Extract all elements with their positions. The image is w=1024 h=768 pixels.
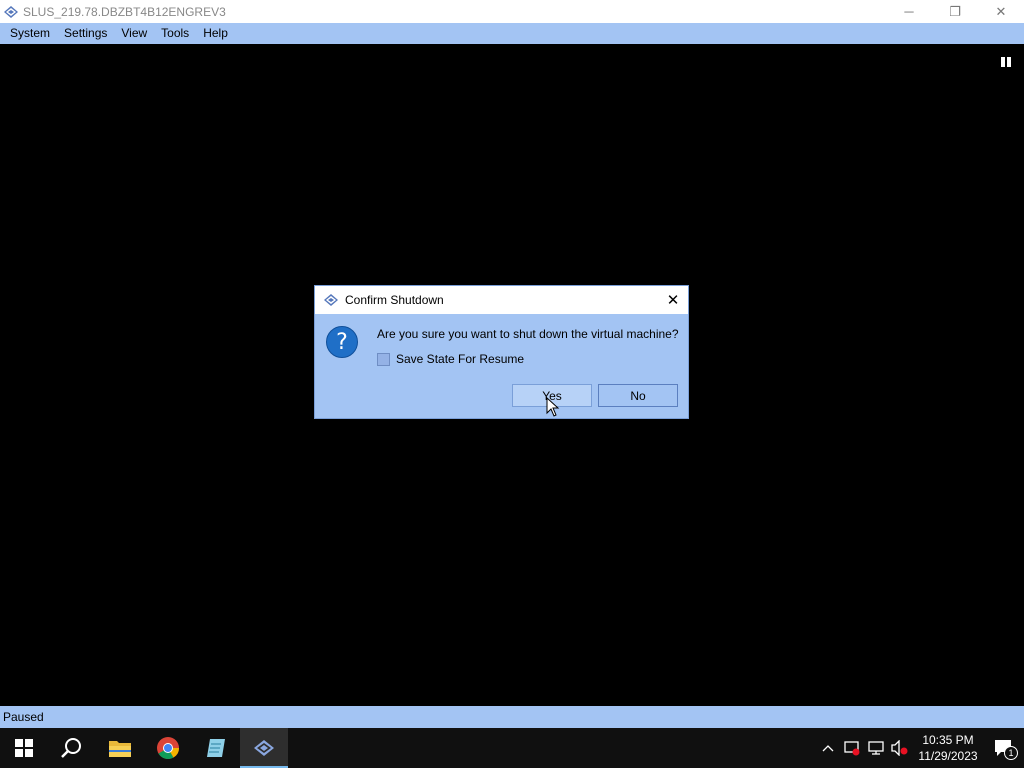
save-state-checkbox[interactable]: Save State For Resume xyxy=(377,352,524,366)
volume-muted-icon[interactable] xyxy=(888,728,912,768)
menu-view[interactable]: View xyxy=(114,23,154,44)
pcsx2-app-icon xyxy=(3,4,19,20)
restore-button[interactable]: ❐ xyxy=(932,0,978,23)
menu-tools[interactable]: Tools xyxy=(154,23,196,44)
security-alert-icon[interactable] xyxy=(840,728,864,768)
action-center-button[interactable]: 1 xyxy=(984,728,1024,768)
dialog-title-bar: Confirm Shutdown ✕ xyxy=(315,286,688,314)
windows-icon xyxy=(15,739,33,757)
close-button[interactable]: ✕ xyxy=(978,0,1024,23)
confirm-shutdown-dialog: Confirm Shutdown ✕ ? Are you sure you wa… xyxy=(314,285,689,419)
pcsx2-dialog-icon xyxy=(323,292,339,308)
pause-icon xyxy=(1001,57,1011,67)
menu-help[interactable]: Help xyxy=(196,23,235,44)
clock-time: 10:35 PM xyxy=(922,733,974,747)
pcsx2-taskbar-button[interactable] xyxy=(240,728,288,768)
search-icon xyxy=(61,738,81,758)
dialog-title: Confirm Shutdown xyxy=(345,293,444,307)
start-button[interactable] xyxy=(0,728,48,768)
notification-count-badge: 1 xyxy=(1004,746,1018,760)
notepad-icon xyxy=(207,739,225,757)
status-bar: Paused xyxy=(0,706,1024,728)
menu-system[interactable]: System xyxy=(3,23,57,44)
chrome-icon xyxy=(157,737,179,759)
no-label: No xyxy=(630,388,646,403)
taskbar: 10:35 PM 11/29/2023 1 xyxy=(0,728,1024,768)
pcsx2-icon xyxy=(254,740,274,756)
system-tray: 10:35 PM 11/29/2023 1 xyxy=(816,728,1024,768)
no-button[interactable]: No xyxy=(598,384,678,407)
network-icon[interactable] xyxy=(864,728,888,768)
window-title: SLUS_219.78.DBZBT4B12ENGREV3 xyxy=(23,4,226,19)
mouse-cursor-icon xyxy=(546,397,560,417)
dialog-message: Are you sure you want to shut down the v… xyxy=(377,327,679,341)
minimize-button[interactable]: ─ xyxy=(886,0,932,23)
window-controls: ─ ❐ ✕ xyxy=(886,0,1024,23)
title-bar: SLUS_219.78.DBZBT4B12ENGREV3 ─ ❐ ✕ xyxy=(0,0,1024,23)
menu-bar: System Settings View Tools Help xyxy=(0,23,1024,44)
clock[interactable]: 10:35 PM 11/29/2023 xyxy=(912,732,984,764)
show-hidden-icons-chevron-icon[interactable] xyxy=(816,728,840,768)
dialog-close-button[interactable]: ✕ xyxy=(658,286,688,314)
menu-settings[interactable]: Settings xyxy=(57,23,114,44)
notepad-button[interactable] xyxy=(192,728,240,768)
clock-date: 11/29/2023 xyxy=(918,749,978,763)
file-explorer-button[interactable] xyxy=(96,728,144,768)
search-button[interactable] xyxy=(48,728,96,768)
folder-icon xyxy=(109,741,131,757)
checkbox-label[interactable]: Save State For Resume xyxy=(396,352,524,366)
chrome-button[interactable] xyxy=(144,728,192,768)
question-icon: ? xyxy=(326,326,358,358)
app-root: SLUS_219.78.DBZBT4B12ENGREV3 ─ ❐ ✕ Syste… xyxy=(0,0,1024,768)
checkbox-box[interactable] xyxy=(377,352,390,366)
